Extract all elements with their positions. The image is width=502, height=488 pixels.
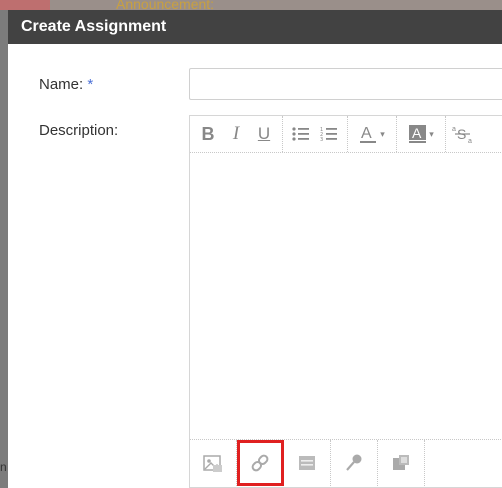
bullet-list-icon xyxy=(292,127,309,141)
highlight-color-icon: A xyxy=(409,125,427,143)
insert-table-icon xyxy=(299,456,315,470)
numbered-list-icon: 1 2 3 xyxy=(320,127,337,142)
insert-table-button[interactable] xyxy=(284,440,331,486)
dialog-title: Create Assignment xyxy=(21,18,167,35)
text-style-group: B I U xyxy=(190,116,283,152)
font-color-caret-icon: ▾ xyxy=(380,128,385,139)
required-marker: * xyxy=(87,76,94,93)
insert-embed-icon xyxy=(393,455,409,470)
script-group: a S a xyxy=(446,116,482,152)
highlight-caret-icon: ▾ xyxy=(429,128,434,139)
background-left-text: n xyxy=(0,460,7,474)
microphone-icon xyxy=(346,454,362,471)
insert-image-button[interactable] xyxy=(190,440,237,486)
description-label: Description: xyxy=(39,122,119,139)
highlight-group: A ▾ xyxy=(397,116,446,152)
svg-text:a: a xyxy=(468,138,472,144)
record-audio-button[interactable] xyxy=(331,440,378,486)
svg-text:a: a xyxy=(452,126,456,133)
font-color-group: A ▾ xyxy=(348,116,397,152)
underline-button[interactable]: U xyxy=(250,120,278,148)
description-editor: B I U 1 2 3 A ▾ A ▾ a S a xyxy=(189,115,502,488)
italic-button[interactable]: I xyxy=(222,120,250,148)
bullet-list-button[interactable] xyxy=(287,120,315,148)
description-content-area[interactable] xyxy=(190,153,502,439)
font-color-button[interactable]: A ▾ xyxy=(352,120,392,148)
svg-text:A: A xyxy=(361,125,372,142)
list-group: 1 2 3 xyxy=(283,116,348,152)
insert-embed-button[interactable] xyxy=(378,440,425,486)
create-assignment-dialog: Create Assignment Name: * Description: B… xyxy=(8,10,502,488)
insert-link-button[interactable] xyxy=(237,440,284,486)
bold-button[interactable]: B xyxy=(194,120,222,148)
name-label: Name: * xyxy=(39,76,93,93)
dialog-header: Create Assignment xyxy=(8,10,502,44)
superscript-subscript-icon: a S a xyxy=(452,126,472,144)
highlight-color-button[interactable]: A ▾ xyxy=(401,120,441,148)
background-left-edge xyxy=(0,10,8,488)
insert-image-icon xyxy=(203,455,222,472)
numbered-list-button[interactable]: 1 2 3 xyxy=(315,120,343,148)
name-input[interactable] xyxy=(189,68,502,100)
name-label-text: Name: xyxy=(39,76,84,93)
font-color-icon: A xyxy=(360,125,377,143)
insert-link-icon xyxy=(251,454,269,472)
svg-text:3: 3 xyxy=(320,137,323,142)
editor-bottom-toolbar xyxy=(190,439,502,486)
svg-text:A: A xyxy=(412,125,422,141)
superscript-subscript-button[interactable]: a S a xyxy=(450,120,478,148)
editor-toolbar: B I U 1 2 3 A ▾ A ▾ a S a xyxy=(190,116,502,153)
